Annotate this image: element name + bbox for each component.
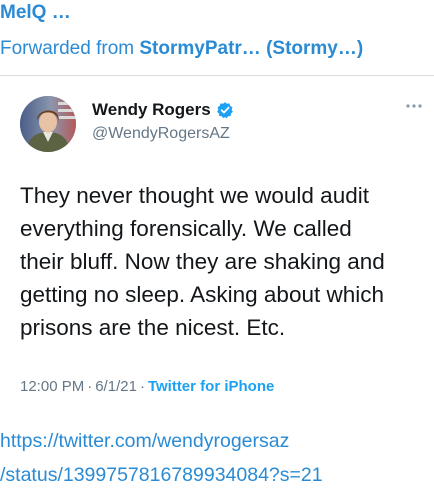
forwarded-header[interactable]: Forwarded from StormyPatr… (Stormy…)	[0, 38, 363, 60]
avatar	[20, 96, 76, 152]
handle[interactable]: @WendyRogersAZ	[92, 125, 230, 143]
tweet-url-link-line[interactable]: /status/1399757816789934084?s=21	[0, 464, 323, 487]
tweet-meta: 12:00 PM · 6/1/21 · Twitter for iPhone	[20, 378, 274, 395]
forwarded-prefix: Forwarded from	[0, 38, 140, 59]
tweet-text-line: their bluff. Now they are shaking and	[20, 249, 385, 274]
tweet-source[interactable]: Twitter for iPhone	[148, 378, 274, 395]
tweet-text: They never thought we would audit everyt…	[20, 179, 420, 344]
tweet-text-line: getting no sleep. Asking about which	[20, 282, 384, 307]
tweet-url-link-line[interactable]: https://twitter.com/wendyrogersaz	[0, 430, 289, 453]
tweet-screenshot: Wendy Rogers @WendyRogersAZ They never t…	[0, 76, 434, 416]
display-name-row[interactable]: Wendy Rogers	[92, 100, 234, 120]
tweet-time: 12:00 PM	[20, 378, 85, 395]
tweet-text-line: They never thought we would audit	[20, 183, 369, 208]
tweet-date[interactable]: 6/1/21	[95, 378, 137, 395]
forwarded-source-name[interactable]: StormyPatr… (Stormy…)	[139, 38, 363, 59]
display-name: Wendy Rogers	[92, 100, 211, 119]
telegram-message: MelQ … Forwarded from StormyPatr… (Storm…	[0, 0, 434, 500]
meta-separator: ·	[87, 378, 93, 395]
sender-name[interactable]: MelQ …	[0, 2, 71, 24]
tweet-text-line: prisons are the nicest. Etc.	[20, 315, 286, 340]
meta-separator: ·	[139, 378, 145, 395]
tweet-text-line: everything forensically. We called	[20, 216, 352, 241]
more-options-icon[interactable]	[404, 98, 424, 108]
verified-badge-icon	[216, 101, 234, 119]
